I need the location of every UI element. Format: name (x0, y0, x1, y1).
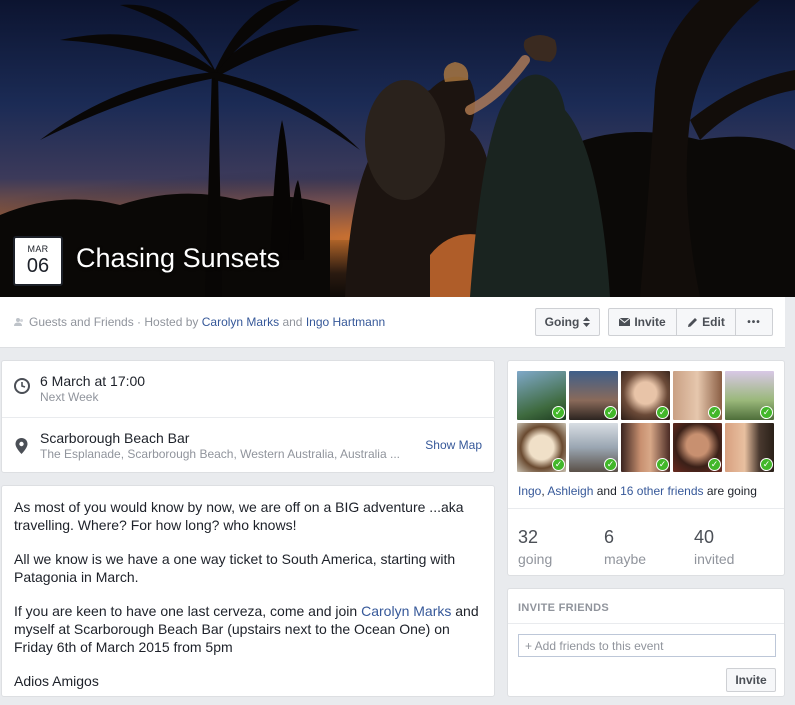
divider (508, 623, 784, 624)
check-icon: ✓ (656, 458, 669, 471)
stat-going-label: going (518, 551, 553, 567)
friend-avatar[interactable]: ✓ (725, 371, 774, 420)
host-line: Guests and Friends · Hosted by Carolyn M… (14, 315, 385, 329)
friend-link-ingo[interactable]: Ingo (518, 484, 541, 498)
description-paragraph: All we know is we have a one way ticket … (14, 551, 456, 585)
check-icon: ✓ (760, 406, 773, 419)
sort-arrows-icon (583, 317, 591, 327)
friend-avatar[interactable]: ✓ (621, 371, 670, 420)
event-location-name[interactable]: Scarborough Beach Bar (40, 430, 189, 446)
event-location-row: Scarborough Beach Bar The Esplanade, Sca… (2, 417, 494, 473)
guests-icon (14, 318, 23, 326)
check-icon: ✓ (708, 406, 721, 419)
check-icon: ✓ (708, 458, 721, 471)
host-link-ingo[interactable]: Ingo Hartmann (306, 315, 385, 329)
check-icon: ✓ (760, 458, 773, 471)
stat-invited[interactable]: 40 invited (694, 527, 734, 567)
going-button-label: Going (544, 315, 580, 329)
friend-link-ashleigh[interactable]: Ashleigh (547, 484, 593, 498)
divider (508, 508, 784, 509)
stat-maybe[interactable]: 6 maybe (604, 527, 646, 567)
invite-submit-button[interactable]: Invite (726, 668, 776, 692)
and-text: and (593, 484, 621, 498)
map-pin-icon (15, 438, 28, 454)
event-details-card: 6 March at 17:00 Next Week Scarborough B… (1, 360, 495, 473)
envelope-icon (619, 318, 631, 326)
friend-avatar[interactable]: ✓ (517, 423, 566, 472)
stat-maybe-label: maybe (604, 551, 647, 567)
event-title: Chasing Sunsets (76, 243, 281, 273)
event-description-card: As most of you would know by now, we are… (1, 485, 495, 697)
invite-button-label: Invite (634, 315, 666, 329)
friends-going-card: ✓ ✓ ✓ ✓ ✓ ✓ ✓ ✓ ✓ ✓ Ingo, Ashleigh and 1… (507, 360, 785, 576)
event-date-day: 06 (26, 255, 50, 277)
friend-avatar[interactable]: ✓ (569, 423, 618, 472)
friend-avatar[interactable]: ✓ (725, 423, 774, 472)
event-info-bar: Guests and Friends · Hosted by Carolyn M… (0, 297, 785, 348)
hosted-by-label: · Hosted by (133, 315, 202, 329)
stat-invited-count: 40 (694, 527, 715, 547)
description-paragraph: Adios Amigos (14, 673, 99, 689)
event-time: 6 March at 17:00 (40, 373, 146, 389)
privacy-label: Guests and Friends (29, 315, 134, 329)
check-icon: ✓ (656, 406, 669, 419)
host-link-carolyn[interactable]: Carolyn Marks (202, 315, 279, 329)
description-text: If you are keen to have one last cerveza… (14, 603, 362, 619)
check-icon: ✓ (604, 406, 617, 419)
show-map-link[interactable]: Show Map (425, 438, 482, 452)
friend-avatar[interactable]: ✓ (517, 371, 566, 420)
invite-friends-card: INVITE FRIENDS + Add friends to this eve… (507, 588, 785, 697)
description-host-link[interactable]: Carolyn Marks (361, 603, 451, 619)
cover-photo: MAR 06 Chasing Sunsets (0, 0, 795, 297)
friends-going-summary: Ingo, Ashleigh and 16 other friends are … (518, 484, 757, 498)
going-button[interactable]: Going (535, 308, 600, 336)
more-options-icon: ••• (747, 316, 761, 328)
friend-avatar[interactable]: ✓ (673, 371, 722, 420)
event-date-month: MAR (27, 244, 49, 254)
edit-button[interactable]: Edit (676, 308, 736, 336)
friend-avatar[interactable]: ✓ (569, 371, 618, 420)
stat-invited-label: invited (694, 551, 735, 567)
invite-friends-heading: INVITE FRIENDS (518, 602, 609, 614)
event-location-address: The Esplanade, Scarborough Beach, Wester… (40, 447, 400, 461)
more-options-button[interactable]: ••• (735, 308, 773, 336)
event-date-badge: MAR 06 (13, 236, 63, 286)
event-time-relative: Next Week (40, 390, 99, 404)
other-friends-link[interactable]: 16 other friends (620, 484, 703, 498)
pencil-icon (688, 317, 698, 327)
edit-button-label: Edit (702, 315, 725, 329)
clock-icon (14, 378, 30, 394)
check-icon: ✓ (552, 406, 565, 419)
check-icon: ✓ (552, 458, 565, 471)
friend-avatar[interactable]: ✓ (673, 423, 722, 472)
are-going-text: are going (703, 484, 757, 498)
invite-button[interactable]: Invite (608, 308, 677, 336)
friend-avatar[interactable]: ✓ (621, 423, 670, 472)
description-paragraph: As most of you would know by now, we are… (14, 499, 464, 533)
add-friends-input[interactable]: + Add friends to this event (518, 634, 776, 657)
host-and-label: and (279, 315, 306, 329)
description-paragraph: If you are keen to have one last cerveza… (14, 602, 482, 656)
check-icon: ✓ (604, 458, 617, 471)
event-time-row: 6 March at 17:00 Next Week (2, 361, 494, 417)
stat-going-count: 32 (518, 527, 539, 547)
stat-maybe-count: 6 (604, 527, 615, 547)
stat-going[interactable]: 32 going (518, 527, 552, 567)
